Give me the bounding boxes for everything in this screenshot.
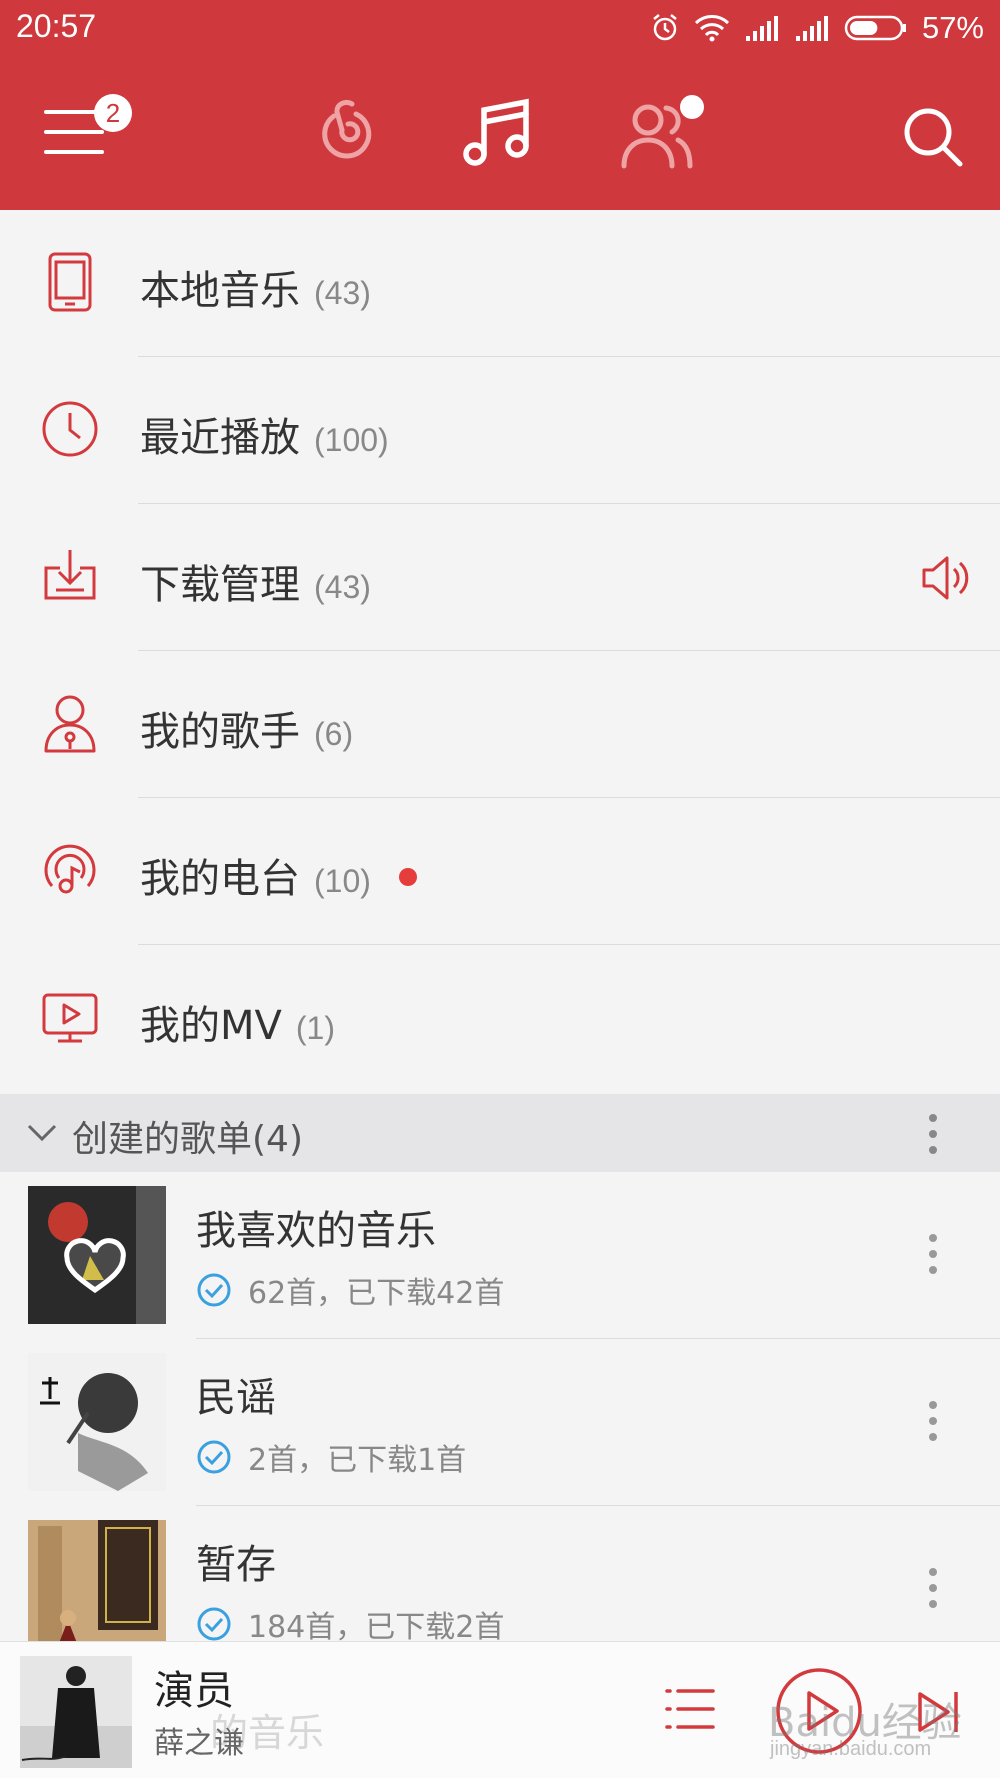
friends-notification-dot: [680, 95, 704, 119]
now-playing-title: 演员: [154, 1668, 234, 1714]
menu-item-label: 我的电台 (10): [140, 846, 417, 904]
more-vertical-icon[interactable]: [922, 1399, 944, 1443]
my-music-menu: 本地音乐 (43) 最近播放 (100) 下载管理 (43) 我的歌手 (6) …: [0, 210, 1000, 1092]
playlist-name: 暂存: [196, 1542, 276, 1588]
signal-icon-2: [795, 16, 828, 41]
playlist-item[interactable]: 我喜欢的音乐 62首，已下载42首: [0, 1172, 1000, 1339]
radio-icon: [44, 844, 96, 894]
playlist-name: 民谣: [196, 1375, 276, 1421]
menu-item-my-singers[interactable]: 我的歌手 (6): [0, 651, 1000, 798]
menu-item-recent-plays[interactable]: 最近播放 (100): [0, 357, 1000, 504]
playlist-cover: [28, 1186, 166, 1324]
playlist-meta: 2首，已下载1首: [196, 1435, 466, 1479]
nav-bar: 2: [0, 70, 1000, 200]
battery-icon: [844, 15, 906, 41]
music-note-tab-icon[interactable]: [462, 96, 536, 170]
search-icon[interactable]: [902, 106, 964, 168]
menu-item-download-manager[interactable]: 下载管理 (43): [0, 504, 1000, 651]
more-vertical-icon[interactable]: [922, 1232, 944, 1276]
downloaded-check-icon: [197, 1273, 231, 1307]
alarm-icon: [653, 14, 677, 41]
now-playing-speaker-icon[interactable]: [920, 554, 972, 602]
menu-item-label: 本地音乐 (43): [140, 268, 371, 314]
tablet-icon: [48, 252, 92, 312]
playlist-meta: 62首，已下载42首: [196, 1268, 504, 1312]
signal-icon: [745, 16, 778, 41]
now-playing-artist: 薛之谦: [154, 1726, 244, 1761]
wifi-icon: [694, 15, 729, 42]
menu-item-label: 我的MV (1): [140, 1003, 335, 1049]
playlist-cover: [28, 1353, 166, 1491]
playlist-queue-icon[interactable]: [664, 1686, 716, 1732]
chevron-down-icon: [27, 1124, 57, 1142]
menu-item-label: 下载管理 (43): [140, 562, 371, 608]
more-vertical-icon[interactable]: [922, 1566, 944, 1610]
mini-player[interactable]: 的音乐 演员 薛之谦 Baidu经验 jingyan.baidu.com: [0, 1641, 1000, 1778]
playlist-name: 我喜欢的音乐: [196, 1208, 436, 1254]
status-bar: 20:57 57%: [0, 0, 1000, 56]
playlist-cover: [28, 1520, 166, 1658]
status-icons: 57%: [650, 8, 984, 48]
menu-item-local-music[interactable]: 本地音乐 (43): [0, 210, 1000, 357]
status-time: 20:57: [16, 8, 97, 44]
app-header: 20:57 57% 2: [0, 0, 1000, 210]
section-title: 创建的歌单(4): [72, 1119, 303, 1160]
playlist-meta: 184首，已下载2首: [196, 1602, 504, 1646]
playlist-item[interactable]: 民谣 2首，已下载1首: [0, 1339, 1000, 1506]
download-icon: [44, 550, 96, 600]
netease-logo-tab-icon[interactable]: [312, 98, 378, 168]
more-vertical-icon[interactable]: [922, 1112, 944, 1156]
menu-badge: 2: [94, 94, 132, 132]
created-playlists-header[interactable]: 创建的歌单(4): [0, 1094, 1000, 1172]
battery-percent: 57%: [921, 10, 984, 45]
album-art: [20, 1656, 132, 1768]
menu-item-label: 我的歌手 (6): [140, 709, 354, 755]
downloaded-check-icon: [197, 1440, 231, 1474]
playlist-list: 我喜欢的音乐 62首，已下载42首 民谣 2首，已下载1首 暂存 184首，已下…: [0, 1172, 1000, 1673]
clock-icon: [42, 401, 98, 457]
menu-item-my-mv[interactable]: 我的MV (1): [0, 945, 1000, 1092]
singer-icon: [44, 695, 96, 753]
mv-icon: [42, 993, 98, 1043]
menu-item-my-radio[interactable]: 我的电台 (10): [0, 798, 1000, 945]
new-content-dot: [398, 868, 417, 886]
watermark-url: jingyan.baidu.com: [770, 1738, 932, 1760]
downloaded-check-icon: [197, 1607, 231, 1641]
menu-item-label: 最近播放 (100): [140, 415, 389, 461]
